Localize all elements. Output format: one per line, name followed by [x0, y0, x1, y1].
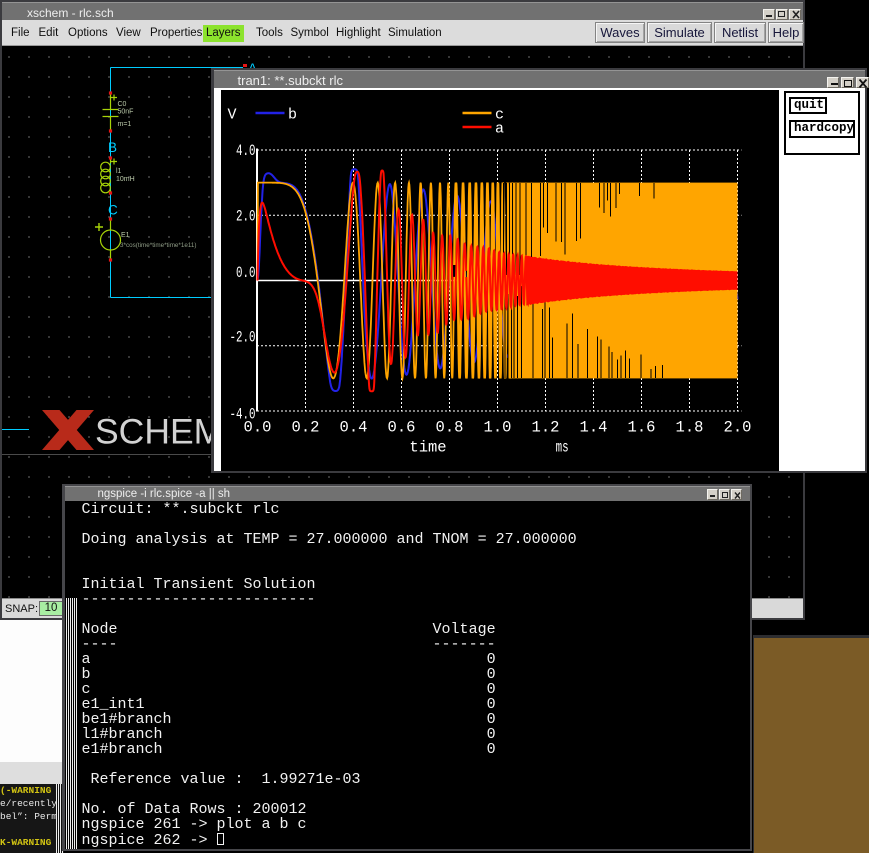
- svg-text:4.0: 4.0: [235, 143, 255, 160]
- svg-text:V: V: [227, 107, 236, 124]
- svg-text:0.2: 0.2: [291, 419, 319, 437]
- svg-text:50nF: 50nF: [118, 109, 134, 116]
- svg-text:3*cos(time*time*time*1e11): 3*cos(time*time*time*1e11): [120, 242, 197, 249]
- svg-text:0.0: 0.0: [243, 419, 271, 437]
- svg-text:C0: C0: [118, 101, 127, 108]
- svg-text:1.6: 1.6: [627, 419, 655, 437]
- svg-text:1.4: 1.4: [579, 419, 607, 437]
- svg-text:0.4: 0.4: [339, 419, 367, 437]
- svg-text:ms: ms: [555, 440, 568, 457]
- svg-text:2.0: 2.0: [235, 209, 255, 226]
- svg-text:0.6: 0.6: [387, 419, 415, 437]
- svg-text:-2.0: -2.0: [229, 330, 255, 347]
- svg-text:C: C: [108, 203, 118, 218]
- svg-text:0.0: 0.0: [235, 266, 255, 283]
- svg-text:2.0: 2.0: [723, 419, 751, 437]
- svg-text:B: B: [108, 140, 117, 155]
- svg-text:l1: l1: [116, 168, 122, 175]
- svg-text:1.8: 1.8: [675, 419, 703, 437]
- svg-text:1.0: 1.0: [483, 419, 511, 437]
- svg-text:b: b: [288, 107, 297, 124]
- svg-text:1.2: 1.2: [531, 419, 559, 437]
- svg-text:SCHEM: SCHEM: [95, 412, 223, 452]
- svg-text:a: a: [495, 121, 504, 138]
- svg-text:10mH: 10mH: [116, 176, 135, 183]
- svg-text:E1: E1: [121, 232, 130, 239]
- svg-text:time: time: [409, 439, 446, 457]
- svg-text:m=1: m=1: [118, 121, 132, 128]
- svg-text:0.8: 0.8: [435, 419, 463, 437]
